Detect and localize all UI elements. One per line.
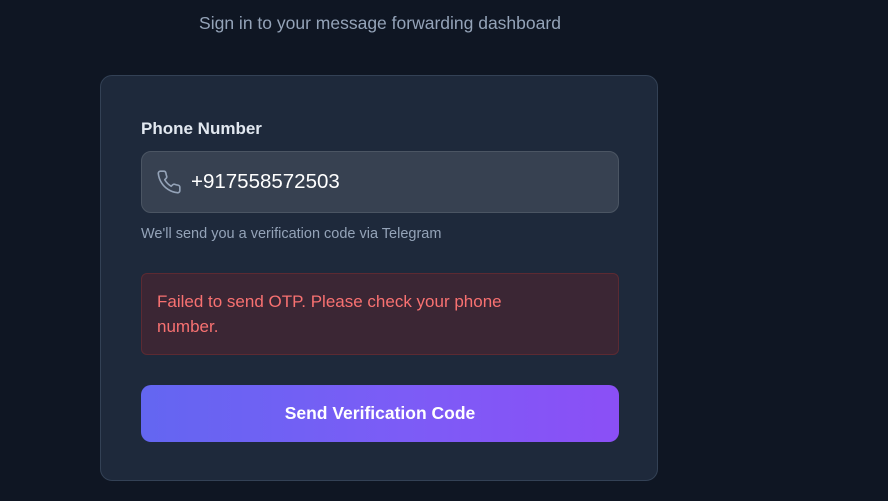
phone-number-label: Phone Number <box>141 119 262 138</box>
sign-in-page: Sign in to your message forwarding dashb… <box>0 0 888 501</box>
error-alert: Failed to send OTP. Please check your ph… <box>141 273 619 355</box>
phone-icon <box>156 169 182 195</box>
sign-in-card: Phone Number We'll send you a verificati… <box>100 75 658 481</box>
error-message: Failed to send OTP. Please check your ph… <box>157 292 502 336</box>
verification-hint: We'll send you a verification code via T… <box>141 226 442 242</box>
send-verification-code-button[interactable]: Send Verification Code <box>141 385 619 442</box>
phone-field-container[interactable] <box>141 151 619 213</box>
page-subtitle: Sign in to your message forwarding dashb… <box>199 13 561 33</box>
phone-number-input[interactable] <box>191 152 601 212</box>
